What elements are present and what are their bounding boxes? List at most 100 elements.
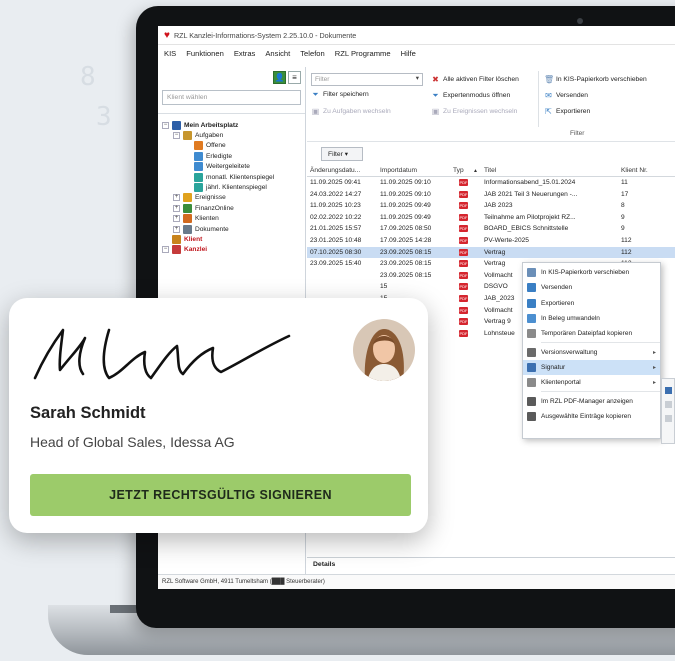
- ribbon-recycle-button[interactable]: 🗑 In KIS-Papierkorb verschieben: [544, 75, 647, 84]
- expand-toggle-icon[interactable]: +: [173, 225, 180, 233]
- tree-node-icon: [194, 162, 203, 172]
- table-row[interactable]: 21.01.2025 15:57 17.09.2025 08:50 BOARD_EB…: [307, 223, 675, 235]
- versions-icon: [527, 347, 536, 357]
- context-menu-item[interactable]: In KIS-Papierkorb verschieben: [523, 265, 660, 280]
- pdf-icon: PDF: [459, 179, 468, 186]
- cell-client-number: 9: [621, 225, 625, 233]
- expert-mode-button[interactable]: ⏷ Expertenmodus öffnen: [431, 91, 510, 100]
- cell-import-date: 15: [380, 283, 388, 291]
- sort-asc-icon: ▲: [473, 168, 478, 174]
- sign-icon[interactable]: [665, 415, 672, 422]
- sign-icon[interactable]: [665, 387, 672, 394]
- cell-changed-date: 24.03.2022 14:27: [310, 190, 362, 198]
- sign-now-button[interactable]: JETZT RECHTSGÜLTIG SIGNIEREN: [30, 474, 411, 516]
- menu-extras[interactable]: Extras: [234, 49, 256, 58]
- column-header-client[interactable]: Klient Nr.: [621, 167, 648, 174]
- context-menu-item[interactable]: Im RZL PDF-Manager anzeigen: [523, 393, 660, 408]
- sidebar-tree-item[interactable]: + Klienten: [158, 214, 305, 224]
- context-menu-label: Signatur: [541, 363, 566, 371]
- client-select-input[interactable]: Klient wählen: [162, 90, 301, 105]
- clear-filters-button[interactable]: ✖ Alle aktiven Filter löschen: [431, 75, 519, 84]
- cell-title: Informationsabend_15.01.2024: [484, 179, 576, 186]
- filter-dropdown-label: Filter: [328, 151, 343, 158]
- table-row[interactable]: 23.01.2025 10:48 17.09.2025 14:28 PV-Werte…: [307, 235, 675, 247]
- expand-toggle-icon[interactable]: +: [173, 194, 180, 202]
- to-events-label: Zu Ereignissen wechseln: [443, 108, 518, 115]
- cell-title: Lohnsteue: [484, 329, 515, 337]
- filter-combo[interactable]: Filter ▾: [311, 73, 423, 86]
- context-menu-item[interactable]: Versenden: [523, 280, 660, 295]
- sidebar-tree-item[interactable]: − Kanzlei: [158, 245, 305, 255]
- menu-rzl-programme[interactable]: RZL Programme: [335, 49, 391, 58]
- expand-toggle-icon[interactable]: −: [173, 132, 180, 140]
- column-header-type[interactable]: Typ: [453, 167, 464, 174]
- sidebar-tree-item[interactable]: + Ereignisse: [158, 193, 305, 203]
- context-menu-item[interactable]: Versionsverwaltung ▸: [523, 344, 660, 359]
- menu-telefon[interactable]: Telefon: [300, 49, 325, 58]
- sidebar-tree-item[interactable]: + Dokumente: [158, 224, 305, 234]
- filter-dropdown-button[interactable]: Filter ▾: [321, 147, 363, 161]
- table-row[interactable]: 11.09.2025 09:41 11.09.2025 09:10 Informat…: [307, 177, 675, 189]
- sign-icon[interactable]: [665, 401, 672, 408]
- context-menu-item[interactable]: Ausgewählte Einträge kopieren: [523, 409, 660, 424]
- cell-changed-date: 07.10.2025 08:30: [310, 248, 362, 256]
- cell-client-number: 112: [621, 236, 632, 244]
- sidebar-tree-item[interactable]: Offene: [158, 141, 305, 151]
- context-menu-label: Versionsverwaltung: [541, 348, 598, 356]
- menu-kis[interactable]: KIS: [164, 49, 176, 58]
- cell-changed-date: 23.09.2025 15:40: [310, 260, 362, 268]
- context-menu-item[interactable]: In Beleg umwandeln: [523, 311, 660, 326]
- background-decoration: 8: [80, 62, 102, 92]
- sidebar-tree-item[interactable]: Erledigte: [158, 151, 305, 161]
- sidebar-tree-item[interactable]: Weitergeleitete: [158, 162, 305, 172]
- column-header-title[interactable]: Titel: [484, 167, 496, 174]
- window-title: RZL Kanzlei-Informations-System 2.25.10.…: [173, 30, 357, 40]
- ribbon-send-label: Versenden: [556, 92, 588, 99]
- context-menu-item[interactable]: Temporären Dateipfad kopieren: [523, 326, 660, 341]
- expand-toggle-icon[interactable]: +: [173, 204, 180, 212]
- sidebar-tree-item[interactable]: monatl. Klientenspiegel: [158, 172, 305, 182]
- menu-funktionen[interactable]: Funktionen: [186, 49, 224, 58]
- column-header-imported[interactable]: Importdatum: [380, 167, 417, 174]
- list-view-icon[interactable]: ≡: [288, 70, 301, 84]
- details-panel-header[interactable]: Details: [307, 557, 675, 571]
- sidebar-toolbar: 👤 ≡: [158, 67, 305, 87]
- menu-bar: KIS Funktionen Extras Ansicht Telefon RZ…: [158, 45, 675, 62]
- menu-separator: [541, 391, 660, 393]
- expand-toggle-icon[interactable]: +: [173, 215, 180, 223]
- person-view-icon[interactable]: 👤: [273, 70, 286, 84]
- table-row[interactable]: 07.10.2025 08:30 23.09.2025 08:15 Vertrag 1…: [307, 246, 675, 259]
- context-menu-item[interactable]: Klientenportal ▸: [523, 375, 660, 390]
- menu-ansicht[interactable]: Ansicht: [265, 49, 290, 58]
- cell-import-date: 11.09.2025 09:10: [380, 190, 431, 198]
- export-icon: ⇱: [545, 107, 552, 116]
- chevron-right-icon: ▸: [652, 349, 656, 356]
- tree-node-icon: [194, 141, 203, 151]
- status-bar: RZL Software GmbH, 4911 Tumeltsham (███ …: [158, 574, 675, 589]
- table-row[interactable]: 02.02.2022 10:22 11.09.2025 09:49 Teilnahm…: [307, 212, 675, 224]
- expert-filter-icon: ⏷: [432, 91, 439, 100]
- sidebar-tree-label: Ereignisse: [195, 194, 226, 202]
- sidebar-tree-label: Aufgaben: [195, 132, 224, 140]
- ribbon-send-button[interactable]: ✉ Versenden: [544, 91, 588, 100]
- ribbon-export-button[interactable]: ⇱ Exportieren: [544, 107, 590, 116]
- table-row[interactable]: 24.03.2022 14:27 11.09.2025 09:10 JAB 2021…: [307, 189, 675, 201]
- filter-save-button[interactable]: ⏷ Filter speichern: [311, 90, 368, 99]
- sidebar-tree-item[interactable]: Klient: [158, 234, 305, 244]
- column-header-changed[interactable]: Änderungsdatu...: [310, 167, 360, 174]
- menu-hilfe[interactable]: Hilfe: [401, 49, 416, 58]
- to-events-button[interactable]: ▣ Zu Ereignissen wechseln: [431, 107, 518, 116]
- sidebar-tree-item[interactable]: jährl. Klientenspiegel: [158, 182, 305, 193]
- sidebar-tree-item[interactable]: + FinanzOnline: [158, 203, 305, 213]
- context-menu-label: Exportieren: [541, 299, 575, 307]
- sidebar-tree-item[interactable]: − Mein Arbeitsplatz: [158, 120, 305, 130]
- context-menu-item[interactable]: Signatur ▸: [523, 359, 660, 376]
- table-row[interactable]: 11.09.2025 10:23 11.09.2025 09:49 JAB 2023…: [307, 200, 675, 212]
- context-menu-item[interactable]: Exportieren: [523, 296, 660, 311]
- sidebar-tree-item[interactable]: − Aufgaben: [158, 130, 305, 141]
- to-tasks-button[interactable]: ▣ Zu Aufgaben wechseln: [311, 107, 391, 116]
- expand-toggle-icon[interactable]: −: [162, 246, 169, 254]
- expand-toggle-icon[interactable]: −: [162, 121, 169, 129]
